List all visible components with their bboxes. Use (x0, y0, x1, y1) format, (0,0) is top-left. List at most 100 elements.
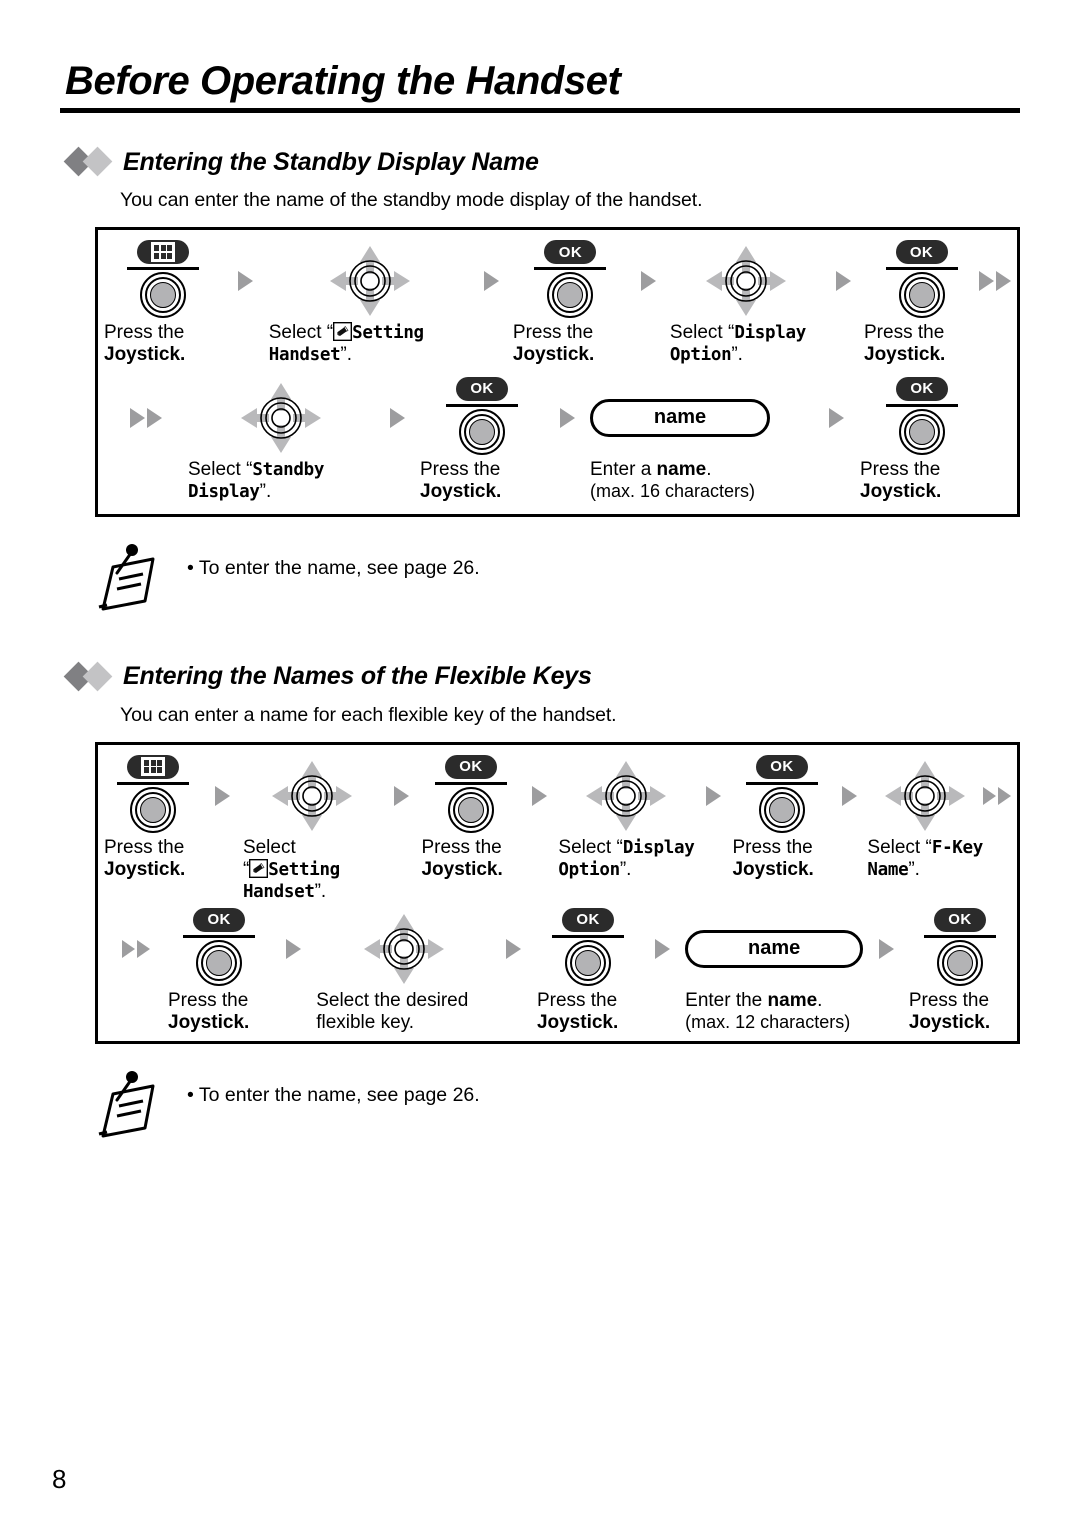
ok-key-label: OK (933, 907, 986, 932)
navigator-4way-icon[interactable] (362, 912, 446, 986)
step-label: Press the Joystick. (512, 322, 595, 366)
flow-arrow-icon (822, 244, 864, 318)
step-select-display-option: Select “Display Option”. (558, 759, 695, 882)
section-title: Entering the Standby Display Name (123, 147, 539, 176)
diamond-bullet-icon (63, 146, 123, 177)
menu-grid-icon (137, 240, 190, 264)
flow-arrow-icon (831, 759, 867, 833)
step-label: Select the desired flexible key. (316, 989, 469, 1034)
step-label: Select “Setting Handset”. (268, 322, 424, 366)
ok-key-label: OK (562, 907, 615, 932)
pencil-icon (333, 322, 352, 341)
navigator-4way-icon[interactable] (704, 244, 788, 318)
note-flexible-keys: • To enter the name, see page 26. (60, 1070, 1020, 1147)
navigator-4way-icon[interactable] (883, 759, 967, 833)
step-select-setting-handset: Select “Setting Handset”. (243, 759, 382, 904)
flow-arrow-icon (491, 912, 537, 986)
note-pencil-icon (95, 543, 181, 620)
name-input-field[interactable]: name (685, 929, 864, 968)
step-label: Press the Joystick. (732, 836, 814, 881)
ok-key-label: OK (755, 754, 808, 779)
step-press-joystick: OK Press the Joystick. (421, 754, 520, 882)
joystick-ok-key-icon[interactable]: OK (425, 754, 517, 833)
section-description: You can enter a name for each flexible k… (120, 703, 617, 726)
joystick-ok-key-icon[interactable]: OK (736, 754, 828, 833)
step-press-joystick: OK Press the Joystick. (512, 240, 628, 367)
step-enter-name: name Enter the name. (max. 12 characters… (685, 912, 865, 1035)
note-text: • To enter the name, see page 26. (187, 556, 480, 579)
section-description: You can enter the name of the standby mo… (120, 189, 703, 211)
step-label: Press the Joystick. (420, 458, 502, 503)
flow-row: Press the Joystick. Select “Setting Hand… (104, 754, 1012, 904)
joystick-ok-key-icon[interactable]: OK (173, 907, 265, 986)
flow-row: OK Press the Joystick. Select the desire… (104, 907, 1011, 1035)
navigator-4way-icon[interactable] (239, 381, 323, 455)
document-page: Before Operating the Handset Entering th… (0, 0, 1080, 1529)
step-press-joystick: OK Press the Joystick. (168, 907, 270, 1035)
step-press-joystick: Press the Joystick. (104, 240, 223, 367)
step-select-flexible-key: Select the desired flexible key. (316, 912, 491, 1035)
ok-key-label: OK (895, 240, 948, 264)
diamond-bullet-icon (63, 661, 123, 692)
note-text: • To enter the name, see page 26. (187, 1083, 480, 1106)
flowchart-flexible-keys: Press the Joystick. Select “Setting Hand… (95, 741, 1020, 1044)
ok-key-label: OK (193, 907, 246, 932)
page-number: 8 (52, 1464, 67, 1494)
step-press-joystick: OK Press the Joystick. (864, 240, 979, 367)
joystick-ok-key-icon[interactable]: OK (436, 376, 528, 455)
name-input-field[interactable]: name (590, 398, 770, 437)
flow-arrow-icon (381, 759, 421, 833)
page-title: Before Operating the Handset (65, 59, 621, 103)
menu-grid-icon (127, 754, 180, 779)
step-press-joystick: OK Press the Joystick. (732, 754, 831, 882)
flow-arrow-continue-icon (104, 912, 168, 986)
pencil-icon (249, 859, 268, 878)
step-press-joystick: OK Press the Joystick. (860, 376, 984, 504)
flow-arrow-icon (520, 759, 558, 833)
joystick-ok-key-icon[interactable]: OK (524, 240, 616, 318)
step-label: Enter the name. (max. 12 characters) (685, 989, 851, 1033)
flow-arrow-icon (203, 759, 243, 833)
step-select-fkey-name: Select “F-Key Name”. (867, 759, 983, 882)
step-label: Select “Standby Display”. (188, 458, 325, 503)
step-enter-name: name Enter a name. (max. 16 characters) (590, 381, 812, 504)
step-label: Select “Setting Handset”. (242, 836, 340, 903)
navigator-4way-icon[interactable] (328, 244, 412, 318)
step-label: Press the Joystick. (864, 322, 946, 366)
ok-key-label: OK (896, 376, 948, 401)
joystick-ok-key-icon[interactable]: OK (914, 907, 1006, 986)
flow-arrow-continue-icon (104, 381, 188, 455)
flow-arrow-icon (223, 244, 269, 318)
step-press-joystick: OK Press the Joystick. (537, 907, 639, 1035)
flow-arrow-icon (544, 381, 590, 455)
step-label: Select “Display Option”. (669, 322, 806, 366)
navigator-4way-icon[interactable] (270, 759, 354, 833)
step-label: Press the Joystick. (421, 836, 503, 881)
flow-arrow-icon (639, 912, 685, 986)
joystick-ok-key-icon[interactable]: OK (542, 907, 634, 986)
joystick-menu-key-icon[interactable] (117, 240, 209, 318)
flow-arrow-continue-icon (979, 244, 1011, 318)
section-title: Entering the Names of the Flexible Keys (123, 662, 592, 691)
step-label: Press the Joystick. (104, 322, 186, 366)
section-heading-flexible-keys: Entering the Names of the Flexible Keys (60, 661, 1020, 692)
step-press-joystick: OK Press the Joystick. (420, 376, 544, 504)
step-press-joystick: Press the Joystick. (104, 754, 203, 882)
navigator-4way-icon[interactable] (584, 759, 668, 833)
flow-arrow-continue-icon (983, 759, 1012, 833)
joystick-ok-key-icon[interactable]: OK (876, 240, 968, 318)
section-heading-standby-display: Entering the Standby Display Name (60, 146, 1020, 177)
flow-row: Press the Joystick. Select “Setting Hand… (104, 240, 1011, 367)
flow-arrow-icon (270, 912, 316, 986)
flow-arrow-icon (865, 912, 909, 986)
flow-arrow-icon (694, 759, 732, 833)
step-select-display-option: Select “Display Option”. (670, 244, 822, 367)
joystick-ok-key-icon[interactable]: OK (876, 376, 968, 455)
step-label: Press the Joystick. (908, 989, 991, 1034)
ok-key-label: OK (456, 376, 508, 401)
joystick-menu-key-icon[interactable] (107, 754, 199, 833)
note-standby-display: • To enter the name, see page 26. (60, 543, 1020, 620)
flowchart-standby-display: Press the Joystick. Select “Setting Hand… (95, 227, 1020, 517)
flow-arrow-icon (471, 244, 513, 318)
flow-arrow-icon (812, 381, 860, 455)
